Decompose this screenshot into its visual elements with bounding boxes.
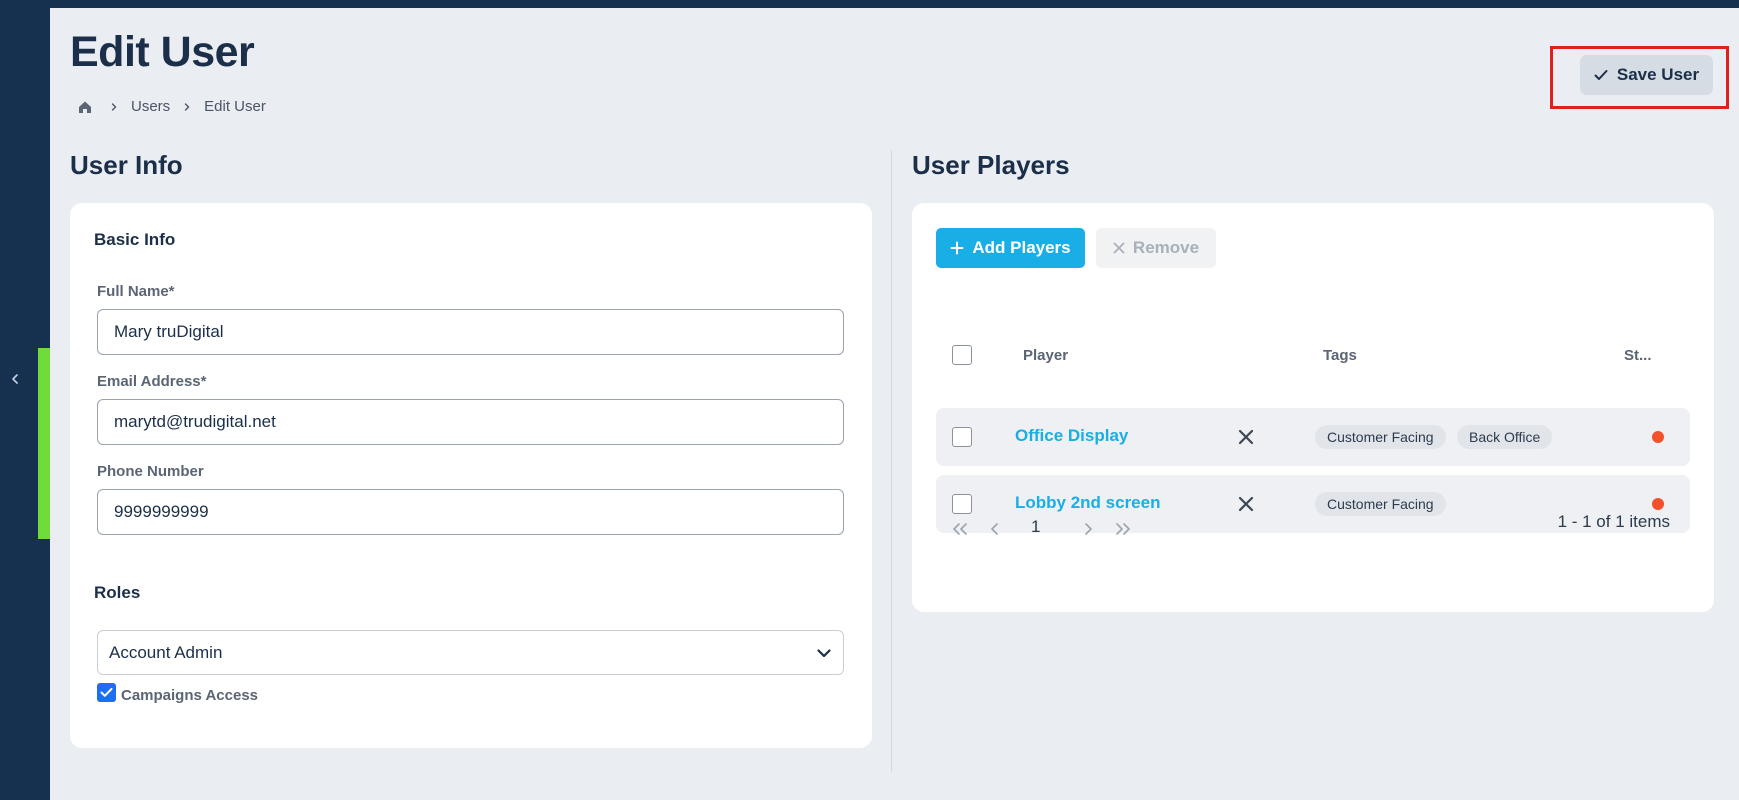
row-checkbox[interactable] [952, 494, 972, 514]
check-icon [100, 687, 113, 698]
check-icon [1594, 69, 1608, 81]
chevron-left-icon[interactable] [989, 521, 1001, 537]
chevron-left-icon[interactable] [8, 372, 22, 386]
tag-badge: Back Office [1457, 425, 1553, 449]
close-icon[interactable] [1238, 496, 1254, 512]
breadcrumb: Users Edit User [77, 98, 266, 115]
double-chevron-left-icon[interactable] [951, 521, 969, 537]
column-header-tags[interactable]: Tags [1323, 347, 1357, 364]
main-content: Edit User Users Edit User Save User User… [50, 8, 1739, 800]
email-field[interactable] [97, 399, 844, 445]
tag-badge: Customer Facing [1315, 492, 1446, 516]
breadcrumb-current: Edit User [204, 98, 266, 115]
page-number-current[interactable]: 1 [1031, 517, 1040, 537]
player-link[interactable]: Lobby 2nd screen [1015, 493, 1160, 513]
add-players-button[interactable]: Add Players [936, 228, 1085, 268]
select-all-checkbox[interactable] [952, 345, 972, 365]
home-icon[interactable] [77, 99, 93, 115]
chevron-down-icon [815, 644, 833, 662]
full-name-label: Full Name* [97, 283, 175, 300]
section-divider [891, 150, 892, 772]
pager-info: 1 - 1 of 1 items [1557, 512, 1670, 531]
user-players-title: User Players [912, 150, 1070, 180]
sidebar [0, 0, 50, 800]
campaigns-access-checkbox[interactable] [97, 683, 116, 702]
campaigns-access-label: Campaigns Access [121, 687, 259, 704]
role-select-value: Account Admin [109, 642, 223, 662]
basic-info-heading: Basic Info [94, 230, 176, 249]
save-user-button[interactable]: Save User [1580, 55, 1713, 95]
remove-label: Remove [1132, 238, 1200, 257]
roles-heading: Roles [94, 583, 141, 602]
top-bar [0, 0, 1739, 8]
close-icon[interactable] [1238, 429, 1254, 445]
phone-field[interactable] [97, 489, 844, 535]
pager-controls-next [1082, 517, 1132, 541]
chevron-right-icon[interactable] [1082, 521, 1094, 537]
remove-button[interactable]: Remove [1096, 228, 1216, 268]
table-row[interactable]: Office Display Customer Facing Back Offi… [936, 408, 1690, 466]
column-header-player[interactable]: Player [1023, 347, 1068, 364]
phone-label: Phone Number [97, 463, 204, 480]
tag-badge: Customer Facing [1315, 425, 1446, 449]
status-indicator [1652, 431, 1664, 443]
row-checkbox[interactable] [952, 427, 972, 447]
plus-icon [950, 241, 964, 255]
breadcrumb-users-link[interactable]: Users [131, 98, 170, 115]
page-title: Edit User [70, 28, 255, 76]
role-select[interactable]: Account Admin [97, 630, 844, 675]
email-label: Email Address* [97, 373, 207, 390]
save-user-label: Save User [1616, 65, 1700, 84]
status-indicator [1652, 498, 1664, 510]
add-players-label: Add Players [972, 238, 1071, 257]
full-name-field[interactable] [97, 309, 844, 355]
player-link[interactable]: Office Display [1015, 426, 1128, 446]
chevron-right-icon [182, 102, 192, 112]
sidebar-active-indicator [38, 348, 50, 539]
column-header-status[interactable]: St... [1624, 347, 1652, 364]
chevron-right-icon [109, 102, 119, 112]
close-icon [1113, 242, 1125, 254]
user-info-title: User Info [70, 150, 183, 180]
user-info-card: Basic Info Full Name* Email Address* Pho… [70, 203, 872, 748]
double-chevron-right-icon[interactable] [1114, 521, 1132, 537]
user-players-card: Add Players Remove Player Tags St... Off… [912, 203, 1714, 612]
pager-controls [951, 517, 1001, 541]
